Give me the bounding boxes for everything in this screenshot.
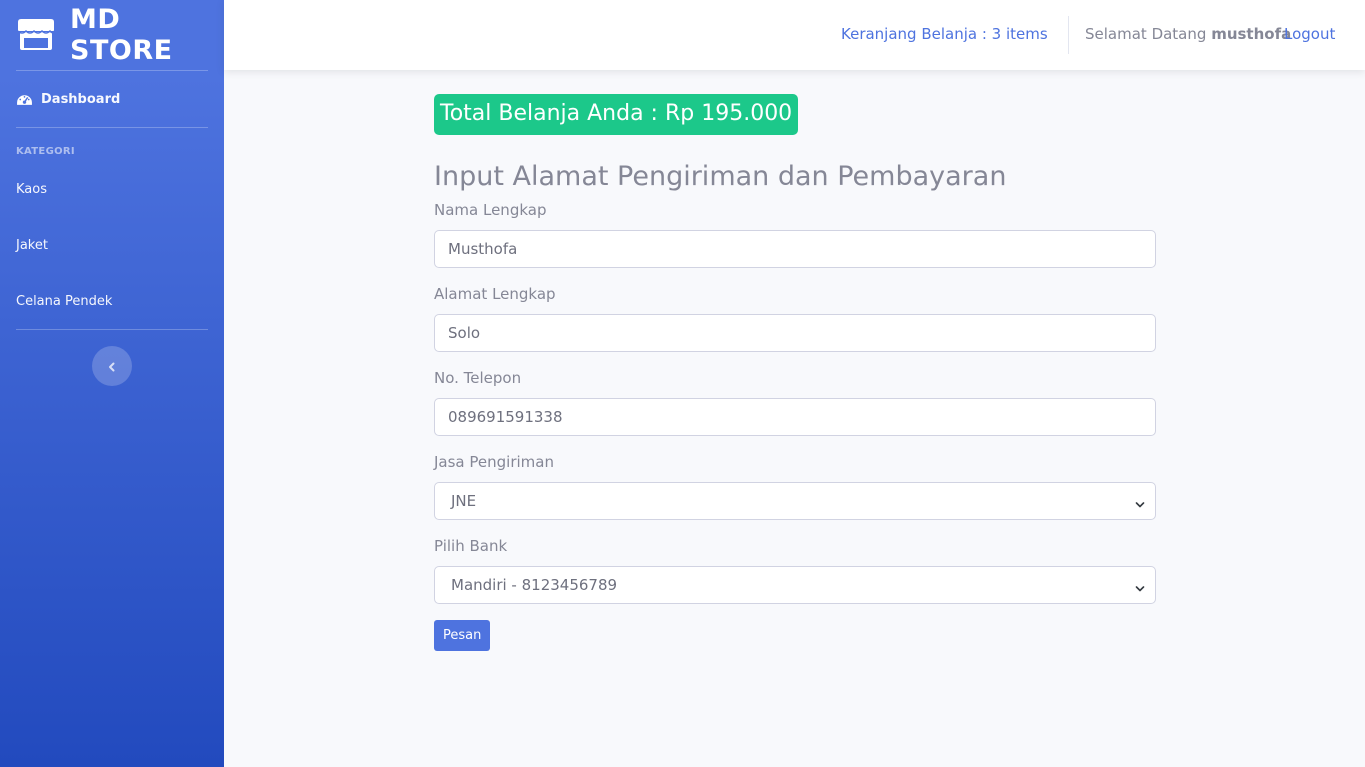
sidebar-item-dashboard[interactable]: Dashboard xyxy=(0,71,224,127)
sidebar-heading: KATEGORI xyxy=(16,146,75,157)
logout-link[interactable]: Logout xyxy=(1284,25,1335,43)
brand[interactable]: MD STORE xyxy=(0,0,224,70)
sidebar: MD STORE Dashboard KATEGORI Kaos Jaket C… xyxy=(0,0,224,767)
phone-label: No. Telepon xyxy=(434,369,522,387)
sidebar-item-label: Jaket xyxy=(16,237,48,253)
phone-input[interactable]: 089691591338 xyxy=(434,398,1156,436)
name-label: Nama Lengkap xyxy=(434,201,547,219)
bank-select-value: Mandiri - 8123456789 xyxy=(451,576,618,594)
greeting-prefix: Selamat Datang xyxy=(1085,25,1207,43)
sidebar-item-label: Kaos xyxy=(16,181,47,197)
topbar-divider xyxy=(1068,16,1069,54)
sidebar-divider xyxy=(16,329,208,330)
checkout-form: Total Belanja Anda : Rp 195.000 Input Al… xyxy=(434,94,1156,651)
address-input[interactable]: Solo xyxy=(434,314,1156,352)
sidebar-item-label: Celana Pendek xyxy=(16,293,113,309)
bank-label: Pilih Bank xyxy=(434,537,508,555)
name-input[interactable]: Musthofa xyxy=(434,230,1156,268)
brand-name: MD STORE xyxy=(70,4,173,66)
form-group-phone: No. Telepon 089691591338 xyxy=(434,366,1156,436)
submit-order-button[interactable]: Pesan xyxy=(434,620,491,651)
courier-select[interactable]: JNE xyxy=(434,482,1156,520)
sidebar-item-celana-pendek[interactable]: Celana Pendek xyxy=(0,273,224,329)
tachometer-icon xyxy=(16,91,33,108)
form-group-bank: Pilih Bank Mandiri - 8123456789 xyxy=(434,534,1156,604)
sidebar-item-kaos[interactable]: Kaos xyxy=(0,161,224,217)
cart-link[interactable]: Keranjang Belanja : 3 items xyxy=(841,25,1048,43)
form-group-address: Alamat Lengkap Solo xyxy=(434,282,1156,352)
sidebar-item-jaket[interactable]: Jaket xyxy=(0,217,224,273)
form-group-name: Nama Lengkap Musthofa xyxy=(434,198,1156,268)
chevron-down-icon xyxy=(1135,580,1145,592)
sidebar-item-label: Dashboard xyxy=(41,91,121,107)
form-title: Input Alamat Pengiriman dan Pembayaran xyxy=(434,161,1007,192)
topbar: Keranjang Belanja : 3 items Selamat Data… xyxy=(224,0,1365,70)
sidebar-toggle-button[interactable] xyxy=(92,346,132,386)
address-label: Alamat Lengkap xyxy=(434,285,556,303)
chevron-left-icon xyxy=(107,357,117,376)
store-icon xyxy=(16,18,56,52)
chevron-down-icon xyxy=(1135,496,1145,508)
username: musthofa xyxy=(1211,25,1292,43)
total-badge: Total Belanja Anda : Rp 195.000 xyxy=(434,94,799,135)
courier-label: Jasa Pengiriman xyxy=(434,453,554,471)
form-group-courier: Jasa Pengiriman JNE xyxy=(434,450,1156,520)
greeting: Selamat Datang musthofa xyxy=(1085,25,1291,43)
bank-select[interactable]: Mandiri - 8123456789 xyxy=(434,566,1156,604)
courier-select-value: JNE xyxy=(451,492,477,510)
